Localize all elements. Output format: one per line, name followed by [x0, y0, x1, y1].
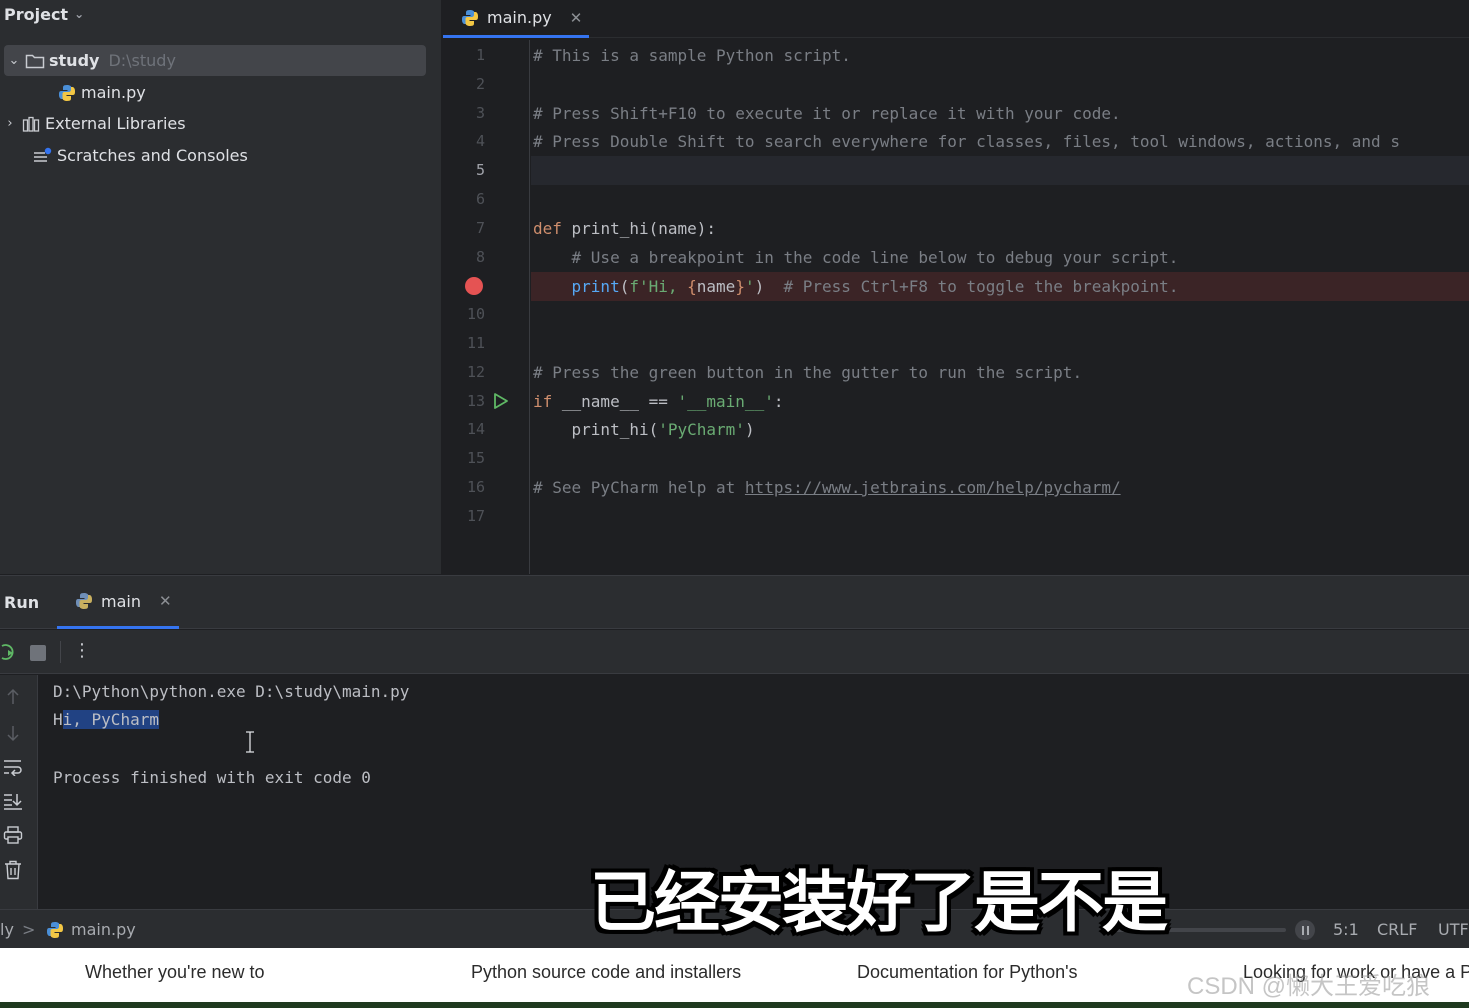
more-options-icon[interactable]: ⋮ [72, 638, 92, 664]
run-tab-label: main [101, 591, 141, 611]
line-number: 6 [475, 190, 485, 208]
project-header-label: Project [4, 4, 69, 24]
close-icon[interactable]: ✕ [159, 592, 172, 610]
line-number: 10 [466, 305, 485, 323]
tab-main-py-label: main.py [487, 8, 552, 27]
run-side-toolbar [0, 675, 38, 910]
run-title: Run [4, 593, 40, 612]
tab-main-py[interactable]: main.py ✕ [443, 0, 589, 38]
python-file-icon [56, 82, 78, 104]
print-icon[interactable] [2, 824, 24, 846]
tree-item-scratches[interactable]: Scratches and Consoles [32, 140, 248, 171]
breadcrumb-file[interactable]: main.py [44, 910, 136, 949]
python-run-icon [73, 590, 95, 612]
editor: main.py ✕ 1 2 3 4 5 6 7 8 10 11 12 13 14… [443, 0, 1469, 574]
line-number: 15 [466, 449, 485, 467]
toolbar-divider [60, 641, 61, 663]
line-number: 5 [475, 161, 485, 179]
browser-link[interactable]: Whether you're new to [85, 962, 265, 983]
line-number: 17 [466, 507, 485, 525]
stop-icon[interactable] [30, 645, 46, 661]
chevron-down-icon: ⌄ [74, 7, 85, 21]
video-subtitle: 已经安装好了是不是 [590, 864, 1168, 941]
scratches-icon [32, 145, 54, 167]
console-output-line: Hi, PyCharm [53, 710, 159, 729]
scroll-to-end-icon[interactable] [2, 790, 24, 812]
project-view-selector[interactable]: Project ⌄ [4, 2, 84, 26]
tree-item-external-libraries[interactable]: › External Libraries [0, 108, 186, 139]
tree-item-main-py-label: main.py [81, 83, 146, 102]
tree-item-main-py[interactable]: main.py [56, 77, 146, 108]
arrow-up-icon[interactable] [2, 686, 24, 708]
help-link[interactable]: https://www.jetbrains.com/help/pycharm/ [745, 478, 1121, 497]
breakpoint-icon[interactable] [465, 277, 483, 295]
line-number: 16 [466, 478, 485, 496]
browser-content-strip: Whether you're new to Python source code… [0, 948, 1469, 1008]
library-icon [20, 113, 42, 135]
selected-text: i, PyCharm [62, 710, 159, 729]
python-file-icon [44, 919, 66, 941]
file-encoding[interactable]: UTF- [1438, 910, 1469, 949]
line-number: 2 [475, 75, 485, 93]
run-gutter-icon[interactable] [492, 392, 510, 410]
tree-item-scratches-label: Scratches and Consoles [57, 146, 248, 165]
folder-icon [24, 50, 46, 72]
cursor-position[interactable]: 5:1 [1333, 910, 1359, 949]
python-file-icon [459, 7, 481, 29]
line-number: 12 [466, 363, 485, 381]
code-line: # This is a sample Python script. [533, 46, 851, 65]
breadcrumb-separator: > [22, 920, 36, 939]
line-number: 3 [475, 104, 485, 122]
rerun-icon[interactable] [0, 641, 18, 663]
tree-item-study-label: study [49, 51, 100, 70]
code-line: def print_hi(name): [533, 219, 717, 238]
close-icon[interactable]: ✕ [570, 9, 583, 27]
line-number: 1 [475, 46, 485, 64]
code-area[interactable]: # This is a sample Python script. # Pres… [531, 40, 1469, 574]
line-separator[interactable]: CRLF [1377, 910, 1417, 949]
soft-wrap-icon[interactable] [2, 756, 24, 778]
text-cursor-icon [245, 731, 255, 753]
code-line: print_hi('PyCharm') [533, 420, 755, 439]
line-number: 4 [475, 132, 485, 150]
run-tab-main[interactable]: main ✕ [57, 576, 179, 629]
console-finished-line: Process finished with exit code 0 [53, 768, 371, 787]
browser-link[interactable]: Python source code and installers [471, 962, 741, 983]
trash-icon[interactable] [2, 859, 24, 881]
run-toolbar: ⋮ [0, 630, 1469, 674]
arrow-down-icon[interactable] [2, 722, 24, 744]
line-number: 7 [475, 219, 485, 237]
line-number: 14 [466, 420, 485, 438]
tree-item-external-libraries-label: External Libraries [45, 114, 186, 133]
code-line: # Press Double Shift to search everywher… [533, 132, 1400, 151]
current-line-highlight [531, 156, 1469, 185]
tree-item-study[interactable]: ⌄ study D:\study [4, 45, 426, 76]
breadcrumb-project[interactable]: ly [0, 910, 14, 949]
code-line: if __name__ == '__main__': [533, 392, 784, 411]
editor-gutter[interactable]: 1 2 3 4 5 6 7 8 10 11 12 13 14 15 16 17 [443, 40, 530, 574]
chevron-right-icon[interactable]: › [0, 116, 20, 131]
code-line: # See PyCharm help at https://www.jetbra… [533, 478, 1121, 497]
code-line: # Press Shift+F10 to execute it or repla… [533, 104, 1121, 123]
code-line: # Press the green button in the gutter t… [533, 363, 1083, 382]
line-number: 11 [466, 334, 485, 352]
code-line: # Use a breakpoint in the code line belo… [533, 248, 1179, 267]
run-header: Run main ✕ [0, 576, 1469, 629]
line-number: 13 [466, 392, 485, 410]
pause-icon[interactable] [1295, 920, 1315, 940]
watermark: CSDN @懒大王爱吃狼 [1187, 973, 1431, 1000]
project-pane: Project ⌄ ⌄ study D:\study main.py › Ext… [0, 0, 442, 574]
run-tool-window: Run main ✕ ⋮ D:\Python\python.exe D:\stu… [0, 575, 1469, 910]
console-command-line: D:\Python\python.exe D:\study\main.py [53, 682, 410, 701]
breakpoint-line: print(f'Hi, {name}') # Press Ctrl+F8 to … [531, 272, 1469, 301]
editor-tab-bar: main.py ✕ [443, 0, 1469, 38]
line-number: 8 [475, 248, 485, 266]
tree-item-study-path: D:\study [108, 51, 176, 70]
browser-link[interactable]: Documentation for Python's [857, 962, 1078, 983]
chevron-down-icon[interactable]: ⌄ [4, 53, 24, 68]
